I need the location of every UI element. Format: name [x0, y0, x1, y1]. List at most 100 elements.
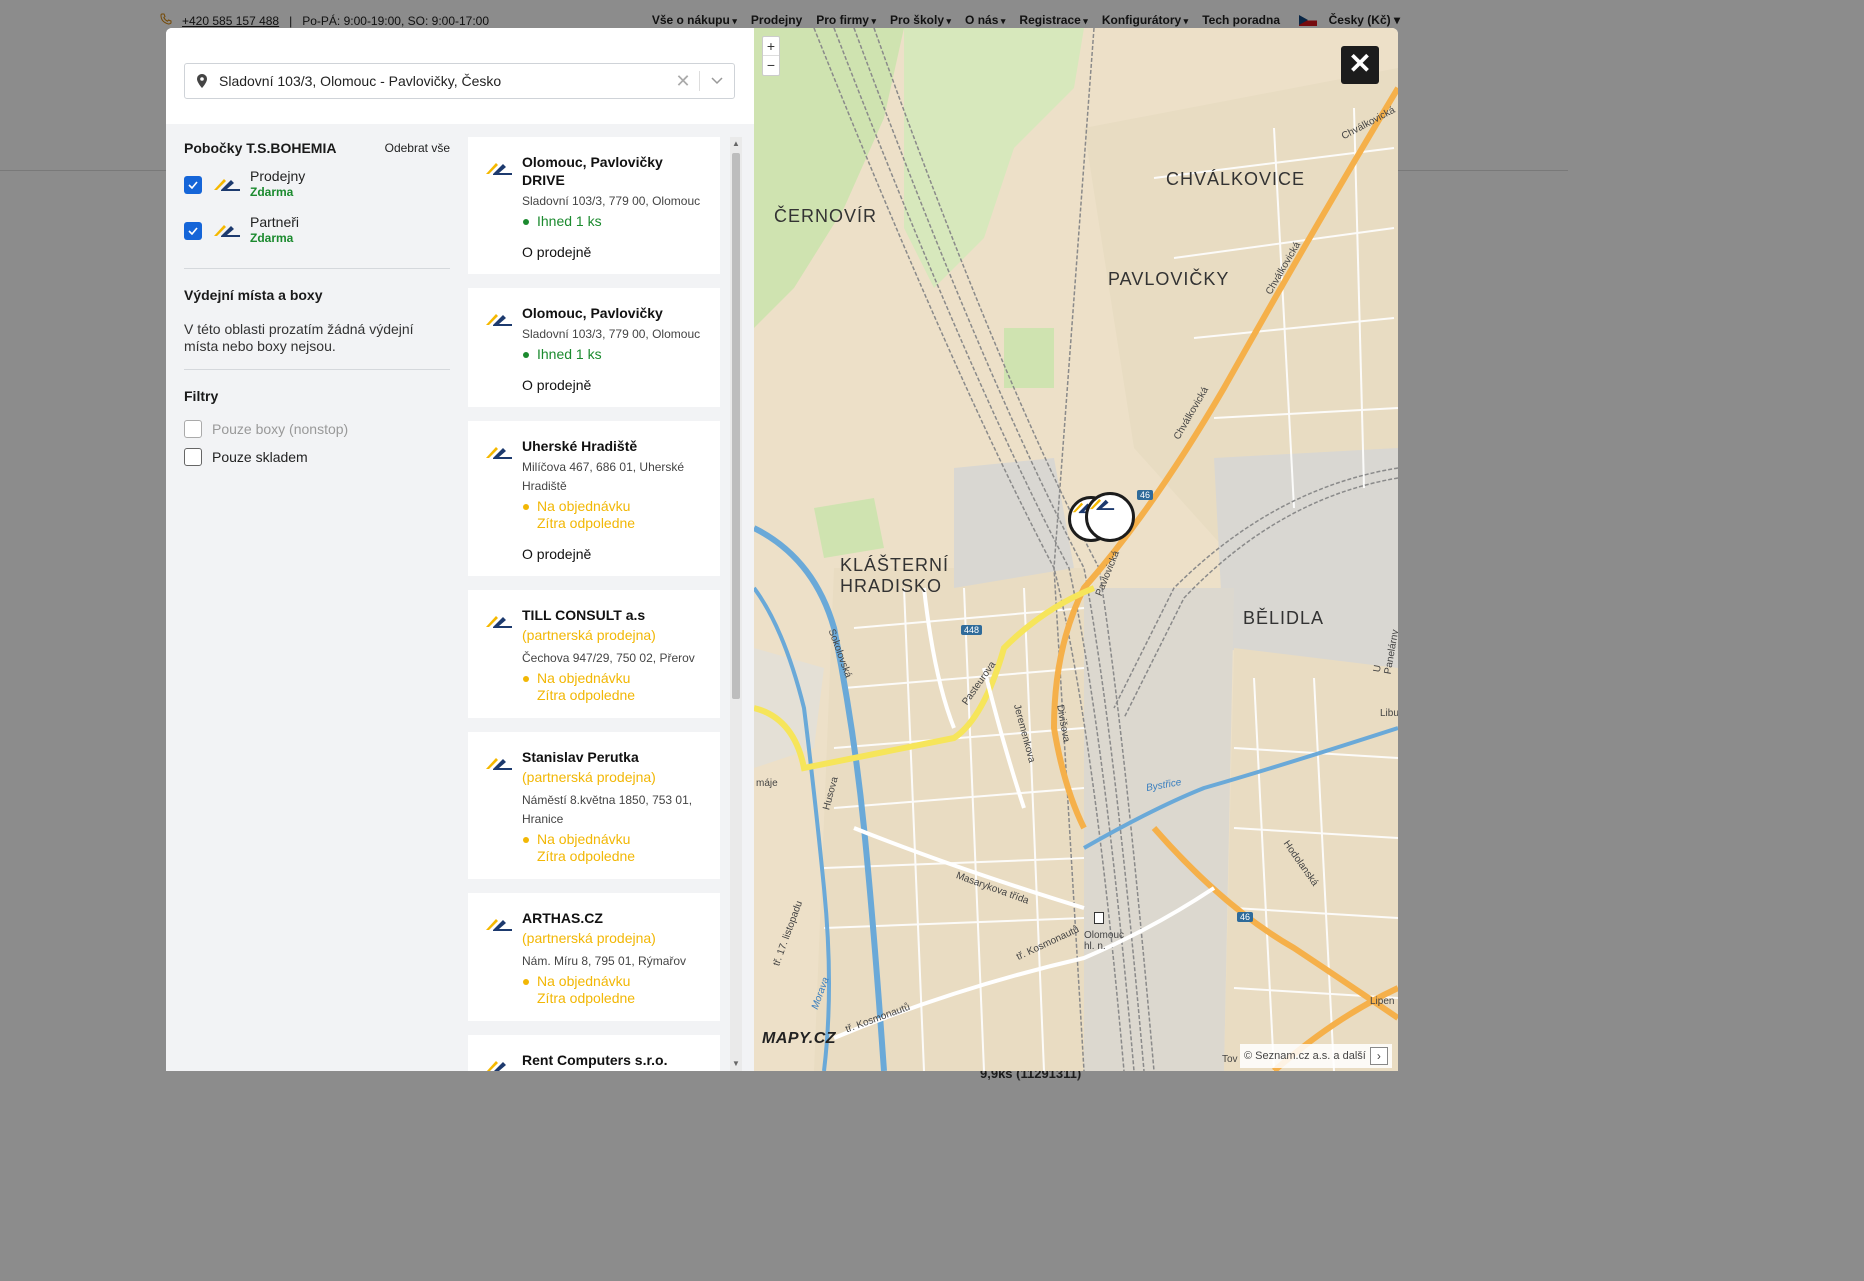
- boxes-only-label: Pouze boxy (nonstop): [212, 421, 349, 437]
- store-name: Uherské Hradiště: [522, 438, 638, 454]
- option-boxes-only[interactable]: Pouze boxy (nonstop): [184, 420, 450, 438]
- tsbohemia-logo-icon: [214, 225, 240, 237]
- store-name: Rent Computers s.r.o.: [522, 1052, 668, 1068]
- copyright-expand-button[interactable]: ›: [1369, 1047, 1388, 1065]
- store-detail-link[interactable]: O prodejně: [522, 244, 708, 260]
- status-dot-icon: [523, 979, 529, 985]
- store-picker-modal: Sladovní 103/3, Olomouc - Pavlovičky, Če…: [166, 28, 1398, 1071]
- street-label: Tov: [1222, 1054, 1238, 1065]
- tsbohemia-logo-icon: [486, 447, 512, 459]
- store-address: Nám. Míru 8, 795 01, Rýmařov: [522, 954, 687, 968]
- store-name: TILL CONSULT a.s: [522, 607, 646, 623]
- store-detail-link[interactable]: O prodejně: [522, 377, 708, 393]
- boxes-only-checkbox[interactable]: [184, 420, 202, 438]
- partners-checkbox[interactable]: [184, 222, 202, 240]
- store-list-scrollbar[interactable]: ▲ ▼: [730, 137, 742, 1071]
- store-list: Olomouc, Pavlovičky DRIVE Sladovní 103/3…: [468, 137, 720, 1071]
- partner-badge: (partnerská prodejna): [522, 769, 656, 785]
- district-label: KLÁŠTERNÍ HRADISKO: [840, 555, 950, 596]
- status-dot-icon: [523, 352, 529, 358]
- option-in-stock[interactable]: Pouze skladem: [184, 448, 450, 466]
- pickup-title: Výdejní místa a boxy: [184, 287, 323, 303]
- stores-price: Zdarma: [250, 185, 294, 199]
- stock-status: Na objednávku Zítra odpoledne: [522, 498, 708, 532]
- road-number-badge: 46: [1137, 490, 1154, 500]
- store-marker[interactable]: [1085, 492, 1135, 542]
- stock-status: Ihned 1 ks: [522, 346, 708, 363]
- store-name: Stanislav Perutka: [522, 749, 639, 765]
- stock-status: Ihned 1 ks: [522, 213, 708, 230]
- stores-checkbox[interactable]: [184, 176, 202, 194]
- road-number-badge: 448: [961, 625, 983, 635]
- tsbohemia-logo-icon: [486, 314, 512, 326]
- scroll-up-icon[interactable]: ▲: [730, 139, 742, 149]
- store-card[interactable]: Stanislav Perutka (partnerská prodejna) …: [468, 732, 720, 879]
- close-button[interactable]: ✕: [1341, 46, 1379, 84]
- station-label: Olomouc hl. n.: [1084, 930, 1125, 952]
- store-address: Čechova 947/29, 750 02, Přerov: [522, 651, 695, 665]
- scroll-down-icon[interactable]: ▼: [730, 1059, 742, 1069]
- store-card[interactable]: Rent Computers s.r.o.: [468, 1035, 720, 1071]
- filters-panel: Pobočky T.S.BOHEMIA Odebrat vše Prodejny…: [184, 124, 450, 466]
- partners-price: Zdarma: [250, 231, 294, 245]
- pickup-note: V této oblasti prozatím žádná výdejní mí…: [184, 321, 414, 354]
- store-address: Milíčova 467, 686 01, Uherské Hradiště: [522, 460, 685, 493]
- filters-title: Filtry: [184, 388, 219, 404]
- branch-type-partners[interactable]: Partneři Zdarma: [184, 214, 450, 248]
- clear-icon[interactable]: ✕: [667, 71, 699, 92]
- tsbohemia-logo-icon: [1089, 498, 1115, 511]
- district-label: PAVLOVIČKY: [1108, 269, 1230, 289]
- street-label: Libu: [1380, 708, 1398, 719]
- branches-header: Pobočky T.S.BOHEMIA Odebrat vše: [184, 140, 450, 156]
- store-name: ARTHAS.CZ: [522, 910, 603, 926]
- copyright-text: © Seznam.cz a.s. a další: [1244, 1050, 1366, 1062]
- status-dot-icon: [523, 676, 529, 682]
- store-card[interactable]: Olomouc, Pavlovičky DRIVE Sladovní 103/3…: [468, 137, 720, 274]
- map-copyright: © Seznam.cz a.s. a další ›: [1240, 1044, 1392, 1068]
- district-label: ČERNOVÍR: [774, 206, 878, 226]
- search-input[interactable]: Sladovní 103/3, Olomouc - Pavlovičky, Če…: [219, 73, 667, 89]
- tsbohemia-logo-icon: [486, 616, 512, 628]
- street-label: máje: [756, 778, 778, 789]
- tsbohemia-logo-icon: [486, 758, 512, 770]
- partners-label: Partneři: [250, 214, 300, 230]
- store-card[interactable]: Uherské Hradiště Milíčova 467, 686 01, U…: [468, 421, 720, 576]
- stock-status: Na objednávku Zítra odpoledne: [522, 670, 708, 704]
- branches-title: Pobočky T.S.BOHEMIA: [184, 140, 337, 156]
- tsbohemia-logo-icon: [486, 1061, 512, 1071]
- partner-badge: (partnerská prodejna): [522, 627, 656, 643]
- store-detail-link[interactable]: O prodejně: [522, 546, 708, 562]
- store-card[interactable]: TILL CONSULT a.s (partnerská prodejna) Č…: [468, 590, 720, 718]
- district-label: BĚLIDLA: [1243, 608, 1325, 628]
- zoom-in-button[interactable]: +: [763, 37, 779, 56]
- stores-label: Prodejny: [250, 168, 306, 184]
- tsbohemia-logo-icon: [486, 163, 512, 175]
- store-name: Olomouc, Pavlovičky: [522, 305, 663, 321]
- in-stock-checkbox[interactable]: [184, 448, 202, 466]
- status-dot-icon: [523, 837, 529, 843]
- chevron-down-icon[interactable]: [700, 77, 734, 85]
- tsbohemia-logo-icon: [486, 919, 512, 931]
- zoom-controls: + −: [762, 36, 780, 76]
- address-search[interactable]: Sladovní 103/3, Olomouc - Pavlovičky, Če…: [184, 63, 735, 99]
- store-address: Sladovní 103/3, 779 00, Olomouc: [522, 327, 701, 341]
- map-view[interactable]: ČERNOVÍR CHVÁLKOVICE PAVLOVIČKY KLÁŠTERN…: [754, 28, 1398, 1071]
- search-area: Sladovní 103/3, Olomouc - Pavlovičky, Če…: [166, 28, 754, 124]
- stock-status: Na objednávku Zítra odpoledne: [522, 831, 708, 865]
- tsbohemia-logo-icon: [214, 179, 240, 191]
- mapy-cz-logo[interactable]: MAPY.CZ: [762, 1030, 836, 1048]
- status-dot-icon: [523, 504, 529, 510]
- scroll-thumb[interactable]: [732, 153, 740, 699]
- station-icon: [1094, 912, 1104, 924]
- partners-label-block: Partneři Zdarma: [250, 214, 299, 246]
- stock-status: Na objednávku Zítra odpoledne: [522, 973, 708, 1007]
- zoom-out-button[interactable]: −: [763, 56, 779, 75]
- branch-type-stores[interactable]: Prodejny Zdarma: [184, 168, 450, 202]
- status-dot-icon: [523, 219, 529, 225]
- store-card[interactable]: ARTHAS.CZ (partnerská prodejna) Nám. Mír…: [468, 893, 720, 1021]
- location-pin-icon: [185, 74, 219, 88]
- stores-label-block: Prodejny Zdarma: [250, 168, 305, 200]
- remove-all-button[interactable]: Odebrat vše: [385, 141, 450, 155]
- store-card[interactable]: Olomouc, Pavlovičky Sladovní 103/3, 779 …: [468, 288, 720, 407]
- partner-badge: (partnerská prodejna): [522, 930, 656, 946]
